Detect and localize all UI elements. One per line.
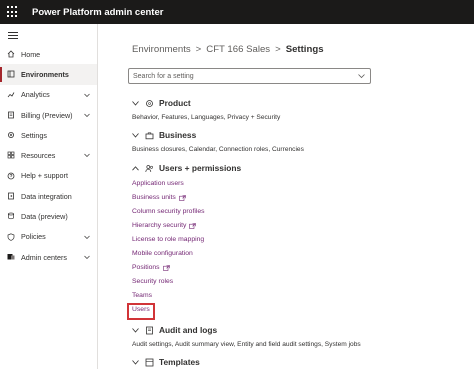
sidebar-item-policies[interactable]: Policies (0, 227, 97, 247)
section-users-header[interactable]: Users + permissions (132, 163, 241, 173)
section-product-header[interactable]: Product (132, 98, 191, 108)
section-audit-header[interactable]: Audit and logs (132, 325, 217, 335)
sidebar-nav: Home Environments Analytics Billing (Pre… (0, 44, 97, 267)
link-column-security-profiles[interactable]: Column security profiles (132, 208, 205, 215)
link-label: License to role mapping (132, 236, 205, 243)
link-label: Hierarchy security (132, 222, 187, 229)
link-label: Positions (132, 264, 160, 271)
breadcrumb-environment-name[interactable]: CFT 166 Sales (206, 44, 270, 55)
section-users-label: Users + permissions (159, 163, 242, 173)
section-business-description: Business closures, Calendar, Connection … (132, 146, 304, 153)
breadcrumb-separator: > (195, 44, 202, 55)
policies-icon (7, 233, 15, 241)
sidebar-item-help[interactable]: Help + support (0, 166, 97, 186)
section-product-label: Product (159, 98, 191, 108)
section-templates-header[interactable]: Templates (132, 357, 200, 367)
audit-log-icon (145, 326, 154, 335)
analytics-icon (7, 91, 15, 99)
main-content: Environments > CFT 166 Sales > Settings … (98, 24, 474, 369)
breadcrumb-current: Settings (285, 44, 324, 55)
chevron-down-icon[interactable] (358, 73, 365, 79)
sidebar-item-data-preview[interactable]: Data (preview) (0, 206, 97, 226)
templates-icon (145, 358, 154, 367)
search-placeholder: Search for a setting (133, 72, 194, 80)
link-teams[interactable]: Teams (132, 292, 152, 299)
sidebar-item-label: Analytics (21, 90, 50, 100)
help-icon (7, 172, 15, 180)
settings-search-combobox[interactable]: Search for a setting (128, 68, 371, 84)
section-templates-label: Templates (159, 357, 200, 367)
link-label: Security roles (132, 278, 174, 285)
sidebar-item-resources[interactable]: Resources (0, 145, 97, 165)
hamburger-menu-icon[interactable] (8, 32, 18, 39)
sidebar-item-label: Home (21, 49, 41, 59)
chevron-right-icon (132, 359, 139, 365)
link-label: Business units (132, 194, 176, 201)
chevron-up-icon (132, 165, 139, 171)
link-application-users[interactable]: Application users (132, 180, 184, 187)
gear-icon (145, 99, 154, 108)
sidebar-item-label: Data (preview) (21, 212, 68, 222)
sidebar-item-settings[interactable]: Settings (0, 125, 97, 145)
link-hierarchy-security[interactable]: Hierarchy security (132, 222, 197, 229)
sidebar-item-label: Policies (21, 232, 46, 242)
breadcrumb: Environments > CFT 166 Sales > Settings (132, 44, 324, 55)
link-positions[interactable]: Positions (132, 264, 170, 271)
app-title[interactable]: Power Platform admin center (32, 7, 163, 18)
sidebar-item-label: Settings (21, 130, 47, 140)
sidebar-item-billing[interactable]: Billing (Preview) (0, 105, 97, 125)
sidebar-item-label: Admin centers (21, 252, 67, 262)
chevron-right-icon (132, 132, 139, 138)
database-icon (7, 212, 15, 220)
breadcrumb-separator: > (275, 44, 281, 55)
link-security-roles[interactable]: Security roles (132, 278, 173, 285)
chevron-down-icon[interactable] (84, 92, 90, 98)
section-product-description: Behavior, Features, Languages, Privacy +… (132, 114, 281, 121)
open-external-icon (179, 194, 186, 201)
sidebar-item-home[interactable]: Home (0, 44, 97, 64)
sidebar-item-label: Help + support (21, 171, 68, 181)
link-mobile-configuration[interactable]: Mobile configuration (132, 250, 193, 257)
sidebar: Home Environments Analytics Billing (Pre… (0, 24, 98, 369)
environments-icon (7, 70, 15, 78)
chevron-right-icon (132, 100, 139, 106)
sidebar-item-label: Resources (21, 151, 56, 161)
home-icon (7, 50, 15, 58)
link-label: Mobile configuration (132, 250, 193, 257)
section-business-header[interactable]: Business (132, 130, 196, 140)
users-highlight-box (127, 303, 155, 320)
briefcase-icon (145, 131, 154, 140)
chevron-right-icon (132, 327, 139, 333)
sidebar-item-admin-centers[interactable]: Admin centers (0, 247, 97, 267)
data-integration-icon (7, 192, 15, 200)
open-external-icon (162, 264, 170, 271)
sidebar-item-environments[interactable]: Environments (0, 64, 97, 85)
link-label: Application users (132, 180, 184, 187)
chevron-down-icon[interactable] (84, 234, 90, 240)
sidebar-item-data-integration[interactable]: Data integration (0, 186, 97, 206)
resources-icon (7, 151, 15, 159)
section-audit-label: Audit and logs (159, 325, 218, 335)
sidebar-item-label: Billing (Preview) (21, 110, 73, 120)
sidebar-item-label: Environments (21, 69, 69, 79)
sidebar-item-analytics[interactable]: Analytics (0, 85, 97, 105)
breadcrumb-environments[interactable]: Environments (132, 44, 191, 55)
link-license-to-role-mapping[interactable]: License to role mapping (132, 236, 204, 243)
chevron-down-icon[interactable] (84, 254, 90, 260)
app-launcher-icon[interactable] (7, 6, 19, 18)
admin-centers-icon (7, 253, 15, 261)
chevron-down-icon[interactable] (84, 152, 90, 158)
link-label: Column security profiles (132, 208, 205, 215)
billing-icon (7, 111, 15, 119)
top-bar: Power Platform admin center (0, 0, 474, 24)
link-label: Teams (132, 292, 153, 299)
sidebar-item-label: Data integration (21, 191, 72, 201)
open-external-icon (189, 222, 197, 229)
section-business-label: Business (159, 130, 197, 140)
link-business-units[interactable]: Business units (132, 194, 186, 201)
section-audit-description: Audit settings, Audit summary view, Enti… (132, 341, 361, 348)
gear-icon (7, 131, 15, 139)
chevron-down-icon[interactable] (84, 112, 90, 118)
users-icon (145, 164, 154, 173)
